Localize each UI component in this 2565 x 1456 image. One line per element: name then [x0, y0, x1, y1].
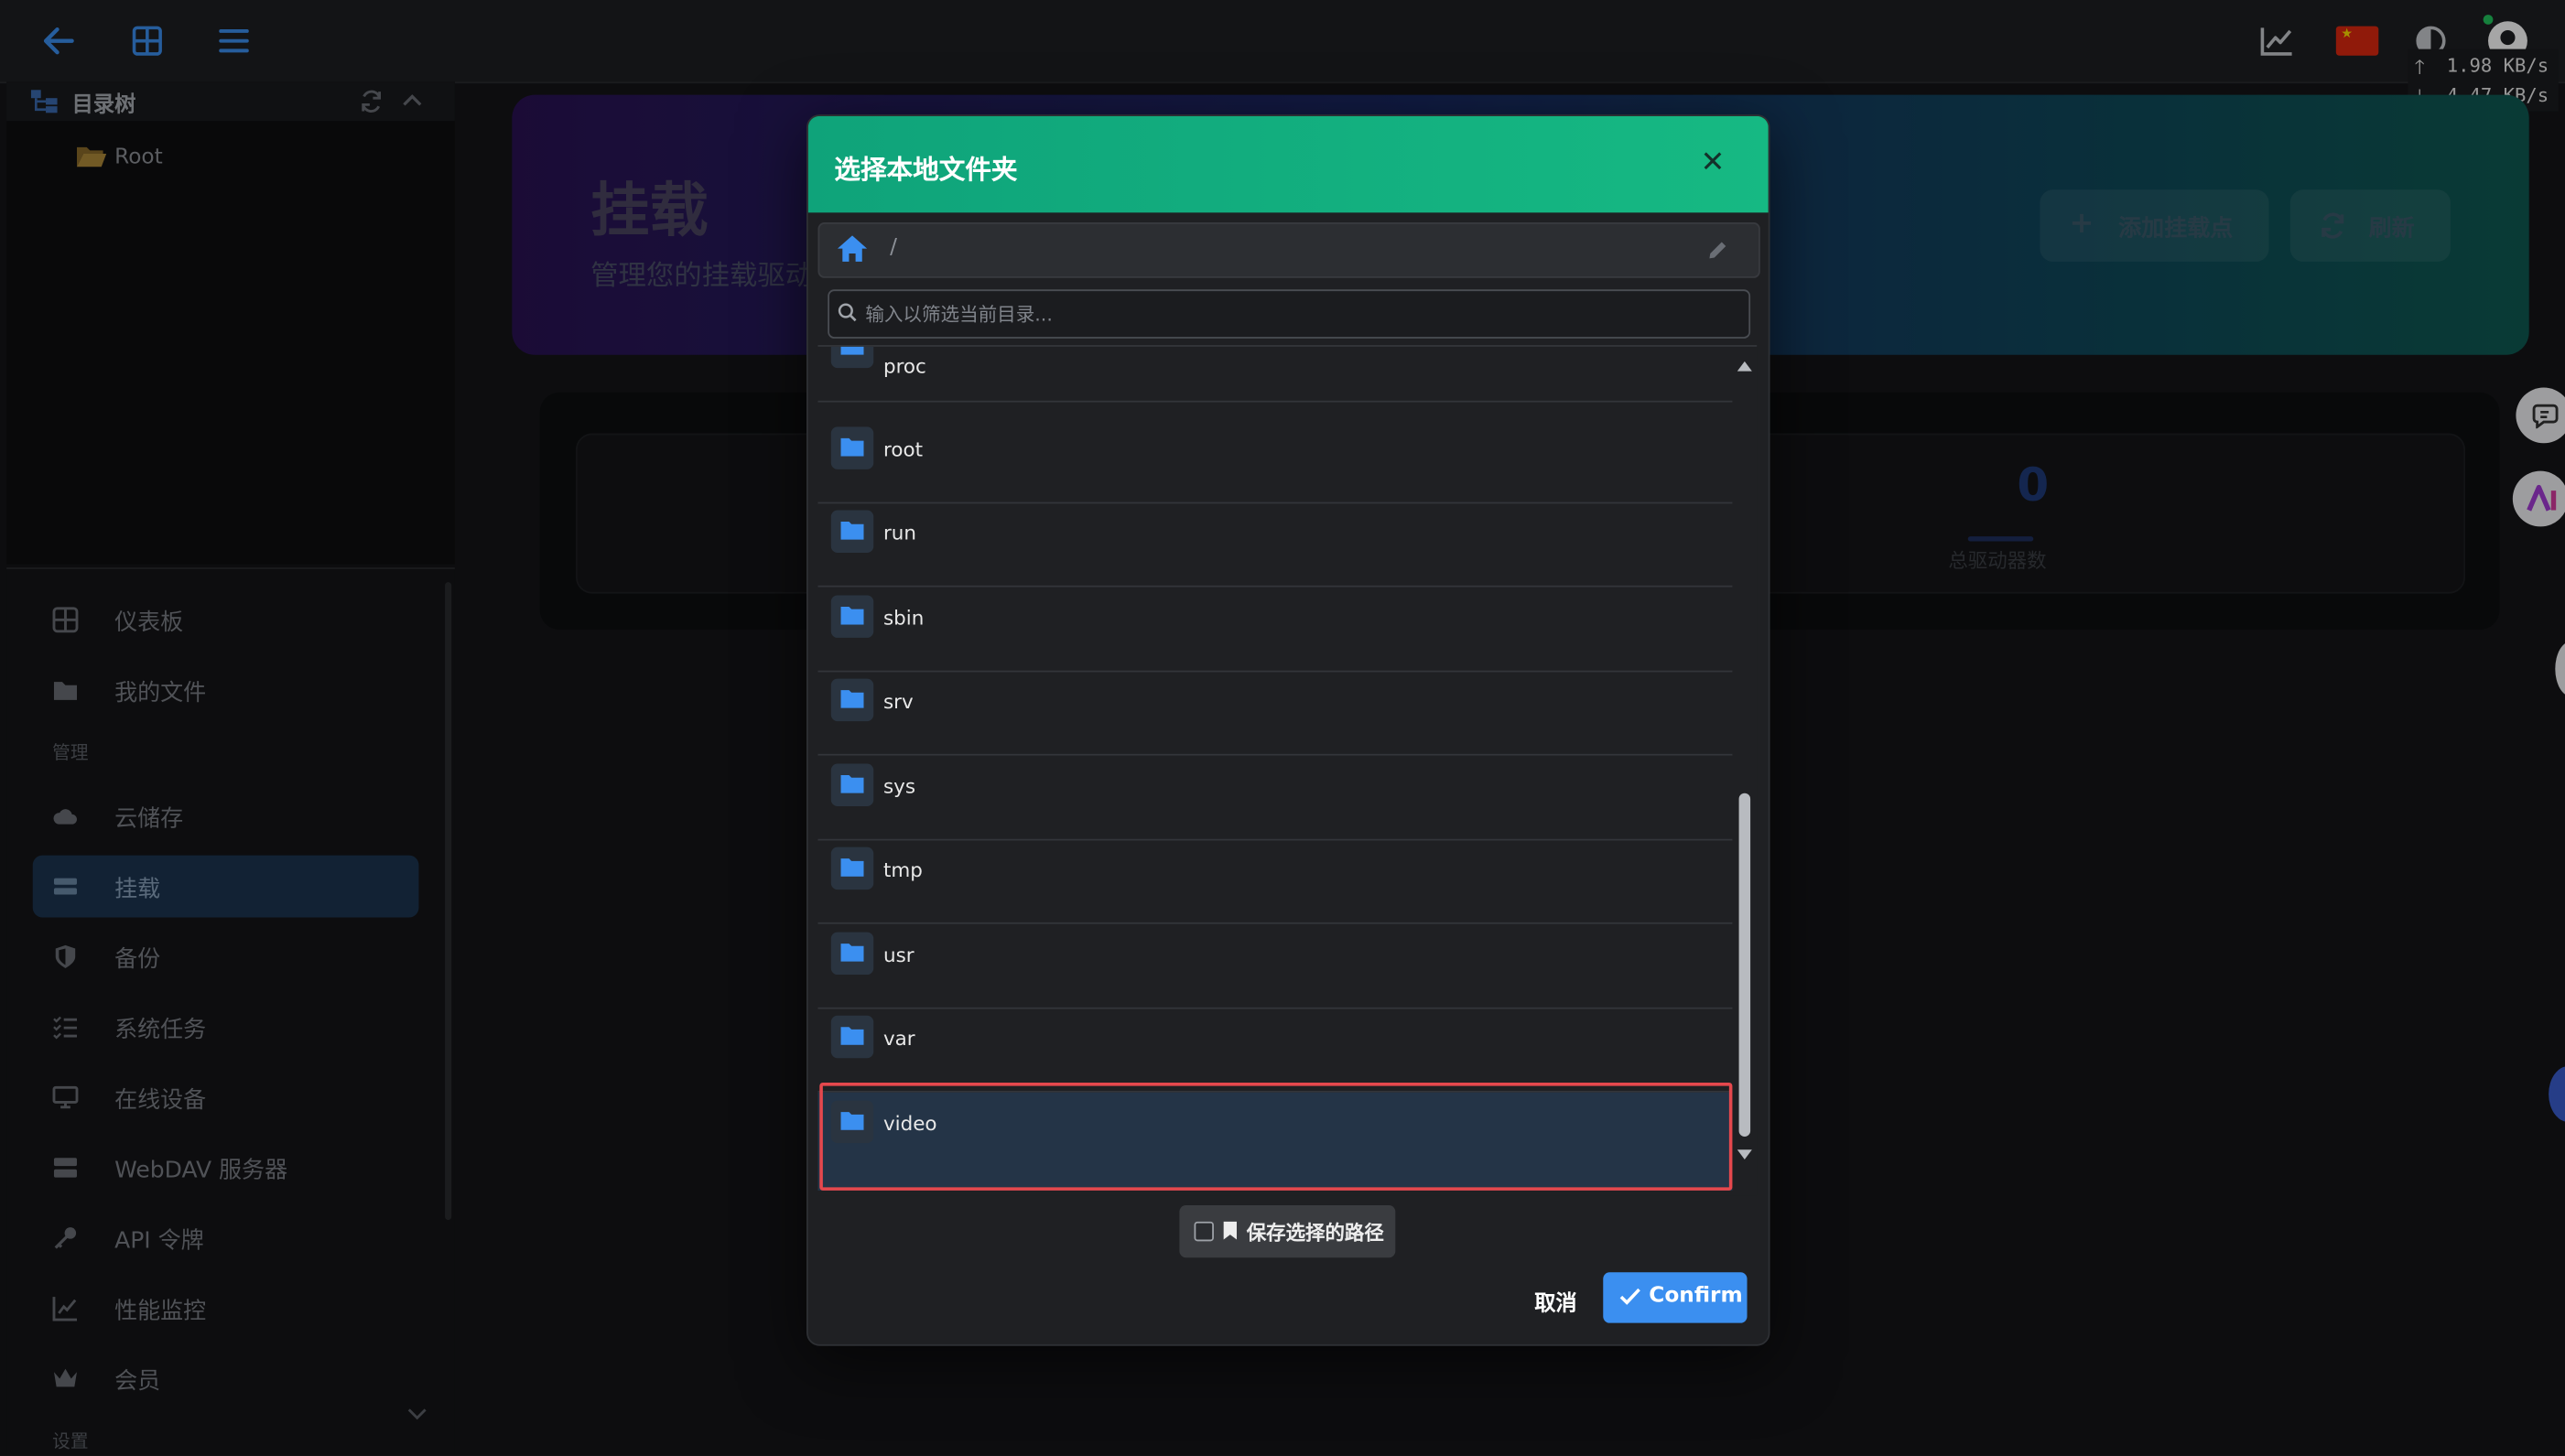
search-icon: [838, 303, 857, 322]
folder-name: tmp: [882, 858, 923, 882]
folder-row-root[interactable]: root: [817, 418, 1733, 504]
folder-row-run[interactable]: run: [817, 502, 1733, 588]
save-path-label: 保存选择的路径: [1246, 1221, 1384, 1245]
folder-name: usr: [882, 944, 915, 967]
folder-name: sbin: [882, 606, 925, 630]
scroll-up-icon[interactable]: [1737, 360, 1752, 372]
close-icon[interactable]: ✕: [1696, 146, 1729, 180]
scrollbar-thumb[interactable]: [1738, 793, 1751, 1137]
folder-name: run: [882, 522, 916, 545]
path-breadcrumb: /: [817, 222, 1760, 278]
folder-icon: [830, 510, 874, 554]
confirm-label: Confirm: [1649, 1283, 1743, 1309]
dialog-title: 选择本地文件夹: [834, 153, 1018, 185]
filter-input[interactable]: [861, 296, 1737, 332]
folder-icon: [830, 1015, 874, 1059]
folder-name: sys: [882, 775, 916, 799]
bookmark-icon: [1223, 1221, 1237, 1240]
confirm-button[interactable]: Confirm: [1603, 1272, 1748, 1323]
folder-icon: [830, 426, 874, 469]
folder-icon: [830, 763, 874, 806]
folder-name: proc: [882, 354, 926, 378]
folder-icon: [830, 847, 874, 890]
folder-name: srv: [882, 690, 914, 714]
folder-row-usr[interactable]: usr: [817, 924, 1733, 1009]
save-path-toggle[interactable]: 保存选择的路径: [1179, 1205, 1396, 1258]
folder-row-srv[interactable]: srv: [817, 671, 1733, 756]
edit-path-icon[interactable]: [1706, 239, 1729, 262]
folder-icon: [830, 346, 874, 369]
folder-list-scrollbar[interactable]: [1732, 347, 1757, 1195]
filter-input-box: [828, 289, 1751, 339]
home-icon[interactable]: [836, 234, 869, 264]
check-icon: [1619, 1288, 1640, 1305]
scroll-down-icon[interactable]: [1737, 1148, 1752, 1160]
current-path: /: [890, 235, 897, 261]
folder-name: root: [882, 437, 923, 461]
app-window: ★ 🡑 1.98 KB/s 🡓 4.47 KB/s 目录树 Root: [0, 0, 2565, 1456]
folder-name: var: [882, 1027, 915, 1051]
folder-icon: [830, 678, 874, 722]
folder-row-proc[interactable]: proc: [817, 346, 1733, 403]
folder-list: proc root run sbin srv sys tmp usr var v…: [817, 345, 1758, 1196]
folder-icon: [830, 932, 874, 976]
cancel-button[interactable]: 取消: [1524, 1284, 1586, 1319]
folder-icon: [830, 595, 874, 638]
folder-row-sys[interactable]: sys: [817, 756, 1733, 841]
folder-row-sbin[interactable]: sbin: [817, 588, 1733, 673]
folder-row-var[interactable]: var: [817, 1008, 1733, 1093]
save-path-checkbox[interactable]: [1194, 1221, 1214, 1242]
dialog-header: 选择本地文件夹 ✕: [807, 115, 1769, 213]
selection-highlight: [819, 1082, 1733, 1191]
folder-row-tmp[interactable]: tmp: [817, 839, 1733, 924]
